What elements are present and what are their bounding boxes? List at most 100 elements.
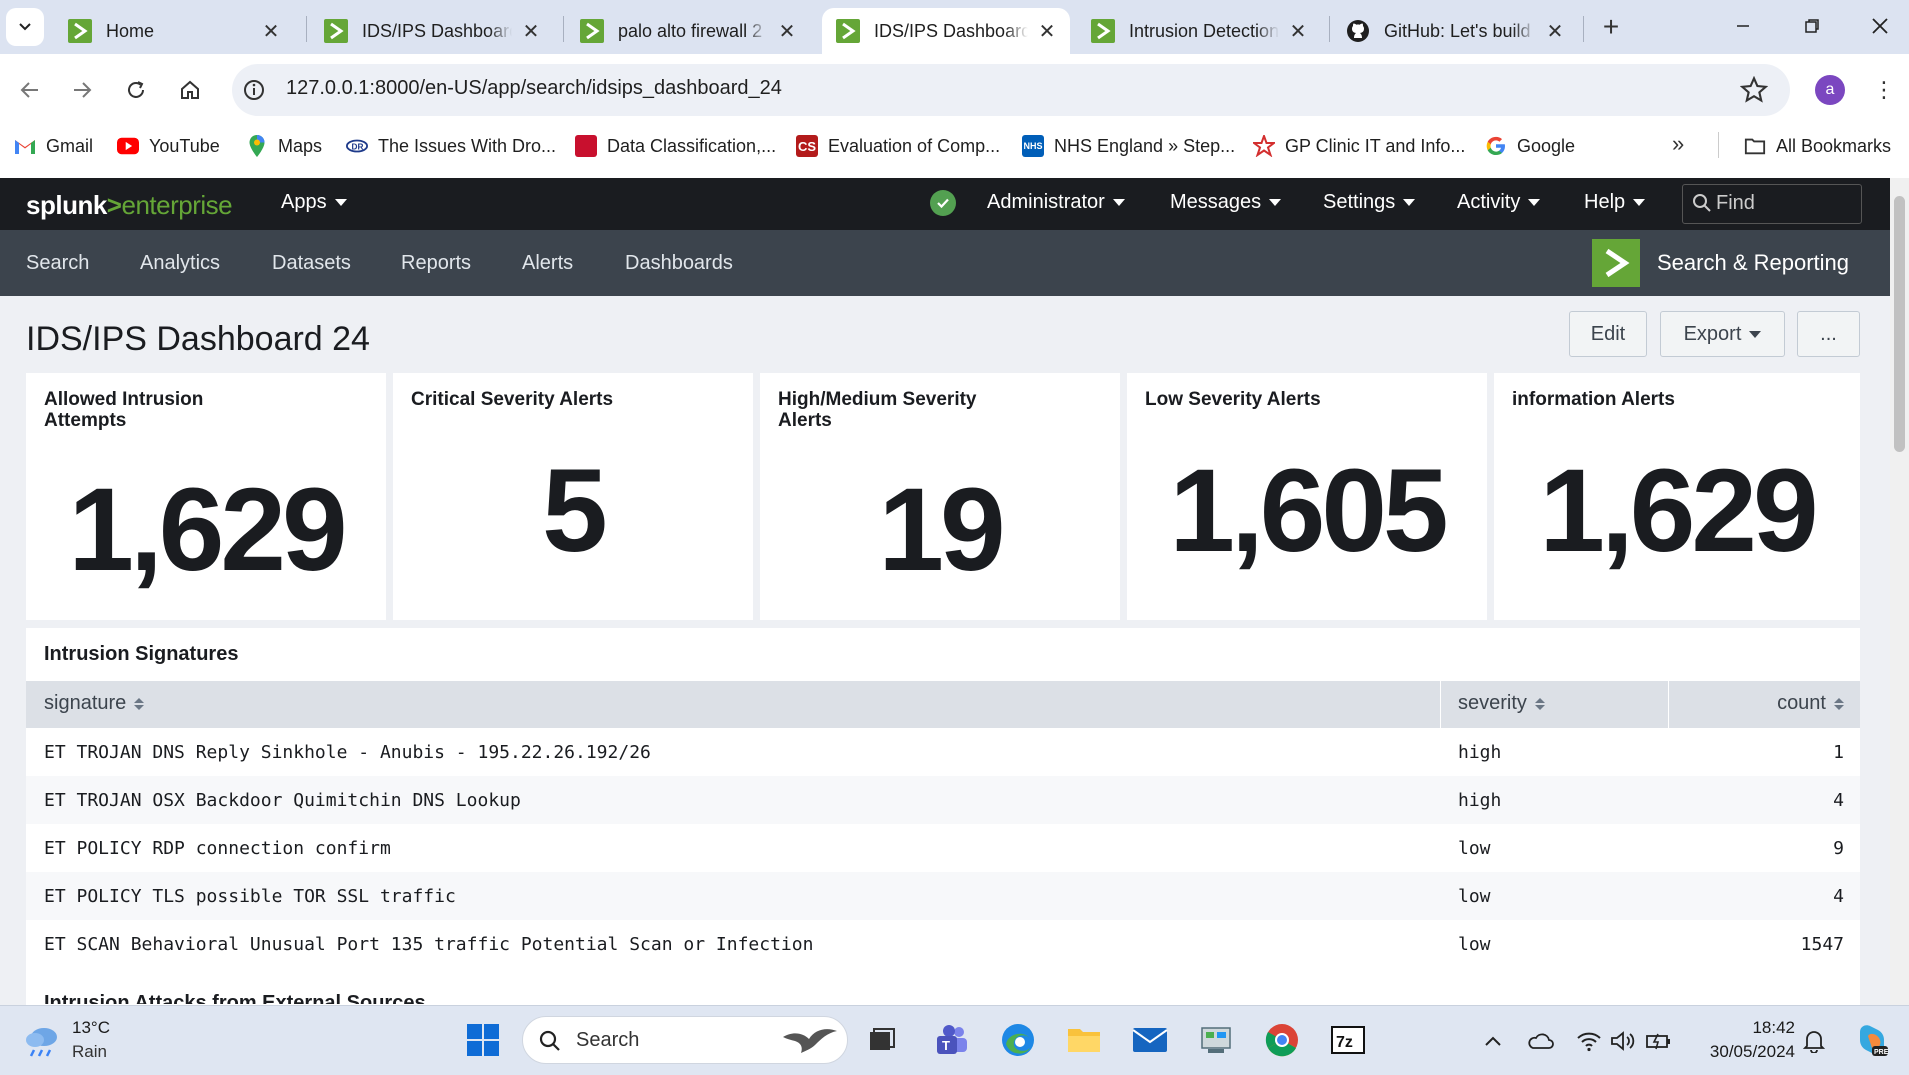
nav-datasets[interactable]: Datasets: [272, 252, 351, 275]
cell-signature[interactable]: ET POLICY RDP connection confirm: [44, 838, 391, 859]
teams-icon[interactable]: T: [932, 1020, 972, 1060]
tab-search-button[interactable]: [6, 8, 44, 46]
profile-avatar[interactable]: a: [1815, 75, 1845, 105]
bookmark-item[interactable]: YouTube: [117, 133, 220, 159]
volume-icon[interactable]: [1610, 1028, 1638, 1054]
cell-severity[interactable]: low: [1458, 886, 1491, 907]
single-value[interactable]: 19: [760, 462, 1120, 598]
more-actions-button[interactable]: ...: [1797, 311, 1860, 357]
browser-tab[interactable]: palo alto firewall 2 ✕: [566, 8, 810, 54]
bookmark-item[interactable]: Gmail: [14, 133, 93, 159]
messages-menu[interactable]: Messages: [1170, 191, 1282, 214]
app-name[interactable]: Search & Reporting: [1657, 250, 1849, 276]
single-value[interactable]: 1,605: [1127, 443, 1487, 579]
browser-tab[interactable]: IDS/IPS Dashboard ✕: [310, 8, 554, 54]
close-window-button[interactable]: [1855, 8, 1905, 44]
close-icon[interactable]: ✕: [1036, 20, 1058, 43]
bookmark-item[interactable]: NHS NHS England » Step...: [1022, 133, 1235, 159]
chrome-icon[interactable]: [1262, 1020, 1302, 1060]
edit-button[interactable]: Edit: [1569, 311, 1647, 357]
close-icon[interactable]: ✕: [520, 20, 542, 43]
single-value[interactable]: 1,629: [1494, 443, 1860, 579]
bookmark-star-icon[interactable]: [1740, 76, 1768, 104]
url-text[interactable]: 127.0.0.1:8000/en-US/app/search/idsips_d…: [286, 77, 782, 100]
home-button[interactable]: [172, 72, 208, 108]
help-menu[interactable]: Help: [1584, 191, 1646, 214]
weather-description[interactable]: Rain: [72, 1042, 107, 1062]
notification-bell-icon[interactable]: [1800, 1028, 1828, 1054]
close-icon[interactable]: ✕: [1544, 20, 1566, 43]
administrator-menu[interactable]: Administrator: [987, 191, 1125, 214]
back-button[interactable]: [12, 72, 48, 108]
onedrive-icon[interactable]: [1526, 1028, 1554, 1054]
cell-count[interactable]: 1547: [1740, 934, 1844, 955]
weather-temperature[interactable]: 13°C: [72, 1018, 110, 1038]
cell-count[interactable]: 9: [1740, 838, 1844, 859]
cell-count[interactable]: 4: [1740, 790, 1844, 811]
weather-rain-icon[interactable]: [22, 1024, 62, 1058]
close-icon[interactable]: ✕: [260, 20, 282, 43]
health-status-icon[interactable]: [930, 190, 956, 216]
clock-date[interactable]: 30/05/2024: [1698, 1042, 1795, 1062]
edge-icon[interactable]: [998, 1020, 1038, 1060]
reload-button[interactable]: [118, 72, 154, 108]
bookmark-item[interactable]: Data Classification,...: [575, 133, 776, 159]
battery-icon[interactable]: [1645, 1028, 1673, 1054]
cell-severity[interactable]: high: [1458, 742, 1501, 763]
control-panel-icon[interactable]: [1196, 1020, 1236, 1060]
nav-analytics[interactable]: Analytics: [140, 252, 220, 275]
bookmark-item[interactable]: CS Evaluation of Comp...: [796, 133, 1000, 159]
copilot-icon[interactable]: PRE: [1852, 1020, 1892, 1060]
all-bookmarks-button[interactable]: All Bookmarks: [1744, 133, 1891, 159]
activity-menu[interactable]: Activity: [1457, 191, 1541, 214]
close-icon[interactable]: ✕: [1287, 20, 1309, 43]
browser-tab[interactable]: Home ✕: [54, 8, 294, 54]
bookmark-item[interactable]: Google: [1485, 133, 1575, 159]
bookmark-item[interactable]: Maps: [246, 133, 322, 159]
nav-alerts[interactable]: Alerts: [522, 252, 573, 275]
browser-menu-icon[interactable]: ⋮: [1870, 74, 1898, 106]
browser-tab[interactable]: GitHub: Let's build ✕: [1332, 8, 1578, 54]
settings-menu[interactable]: Settings: [1323, 191, 1416, 214]
nav-dashboards[interactable]: Dashboards: [625, 252, 733, 275]
site-info-icon[interactable]: [242, 78, 266, 102]
cell-signature[interactable]: ET SCAN Behavioral Unusual Port 135 traf…: [44, 934, 813, 955]
column-header-count[interactable]: count: [1690, 692, 1844, 715]
browser-tab[interactable]: Intrusion Detection ✕: [1077, 8, 1321, 54]
bookmark-item[interactable]: DR The Issues With Dro...: [346, 133, 556, 159]
apps-menu[interactable]: Apps: [281, 191, 347, 214]
mail-icon[interactable]: [1130, 1020, 1170, 1060]
cell-severity[interactable]: low: [1458, 934, 1491, 955]
nav-reports[interactable]: Reports: [401, 252, 471, 275]
wifi-icon[interactable]: [1575, 1028, 1603, 1054]
restore-button[interactable]: [1787, 8, 1837, 44]
cell-signature[interactable]: ET TROJAN DNS Reply Sinkhole - Anubis - …: [44, 742, 651, 763]
cell-count[interactable]: 4: [1740, 886, 1844, 907]
cell-count[interactable]: 1: [1740, 742, 1844, 763]
nav-search[interactable]: Search: [26, 252, 89, 275]
task-view-icon[interactable]: [862, 1020, 902, 1060]
clock-time[interactable]: 18:42: [1715, 1018, 1795, 1038]
new-tab-button[interactable]: +: [1594, 10, 1628, 44]
cell-signature[interactable]: ET POLICY TLS possible TOR SSL traffic: [44, 886, 456, 907]
start-button[interactable]: [463, 1020, 503, 1060]
single-value[interactable]: 5: [393, 443, 753, 579]
minimize-button[interactable]: [1718, 8, 1768, 44]
scrollbar-thumb[interactable]: [1894, 196, 1905, 452]
splunk-logo[interactable]: splunk>enterprise: [26, 190, 233, 221]
browser-tab-active[interactable]: IDS/IPS Dashboard ✕: [822, 8, 1070, 54]
cell-signature[interactable]: ET TROJAN OSX Backdoor Quimitchin DNS Lo…: [44, 790, 521, 811]
column-header-signature[interactable]: signature: [44, 692, 145, 715]
cell-severity[interactable]: low: [1458, 838, 1491, 859]
more-bookmarks-icon[interactable]: »: [1672, 131, 1684, 157]
forward-button[interactable]: [64, 72, 100, 108]
column-header-severity[interactable]: severity: [1458, 692, 1545, 715]
export-button[interactable]: Export: [1660, 311, 1785, 357]
chevron-up-icon[interactable]: [1479, 1028, 1507, 1054]
close-icon[interactable]: ✕: [776, 20, 798, 43]
cell-severity[interactable]: high: [1458, 790, 1501, 811]
7zip-icon[interactable]: 7z: [1328, 1020, 1368, 1060]
bookmark-item[interactable]: GP Clinic IT and Info...: [1253, 133, 1465, 159]
single-value[interactable]: 1,629: [26, 462, 386, 598]
file-explorer-icon[interactable]: [1064, 1020, 1104, 1060]
